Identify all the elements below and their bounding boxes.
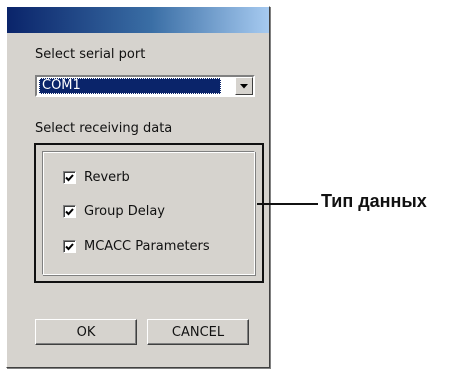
receiving-data-label: Select receiving data <box>35 121 173 136</box>
chevron-down-icon <box>240 83 248 88</box>
checkmark-icon <box>65 173 74 181</box>
checkmark-icon <box>65 207 74 215</box>
callout-line <box>257 203 318 205</box>
reverb-label: Reverb <box>84 169 130 185</box>
serial-port-dialog: Select serial port COM1 Select receiving… <box>6 6 270 368</box>
checkbox-row-mcacc[interactable]: MCACC Parameters <box>63 238 210 254</box>
serial-port-select[interactable]: COM1 <box>35 75 255 97</box>
group-delay-checkbox[interactable] <box>63 204 76 218</box>
serial-port-label: Select serial port <box>35 47 146 62</box>
reverb-checkbox[interactable] <box>63 170 76 184</box>
mcacc-parameters-checkbox[interactable] <box>63 239 76 253</box>
data-type-callout: Тип данных <box>321 191 427 211</box>
receiving-data-group: Reverb Group Delay MCACC Parameters <box>42 151 255 275</box>
ok-button[interactable]: OK <box>35 319 137 345</box>
checkbox-row-reverb[interactable]: Reverb <box>63 169 130 185</box>
dropdown-button[interactable] <box>235 77 253 95</box>
mcacc-parameters-label: MCACC Parameters <box>84 238 210 254</box>
title-bar[interactable] <box>7 7 269 33</box>
checkbox-row-group-delay[interactable]: Group Delay <box>63 203 165 219</box>
serial-port-value: COM1 <box>39 78 221 94</box>
group-delay-label: Group Delay <box>84 203 165 219</box>
checkmark-icon <box>65 242 74 250</box>
cancel-button[interactable]: CANCEL <box>147 319 249 345</box>
